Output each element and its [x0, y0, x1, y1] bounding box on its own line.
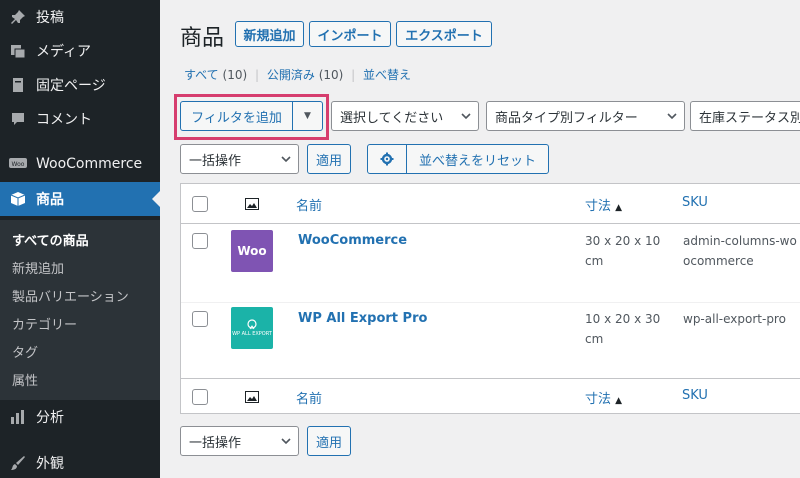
- bulk-action-select[interactable]: 一括操作: [180, 144, 299, 174]
- filter-published-link[interactable]: 公開済み (10): [267, 68, 343, 82]
- paintbrush-icon: [8, 453, 28, 473]
- submenu-tags[interactable]: タグ: [12, 342, 38, 361]
- select-all-checkbox-bottom[interactable]: [192, 389, 208, 405]
- product-type-select[interactable]: 商品タイプ別フィルター: [486, 101, 685, 131]
- menu-comments[interactable]: コメント: [0, 102, 160, 136]
- menu-pages-label: 固定ページ: [36, 78, 106, 94]
- menu-posts[interactable]: 投稿: [0, 0, 160, 34]
- menu-woocommerce-label: WooCommerce: [36, 156, 143, 172]
- submenu-variations[interactable]: 製品バリエーション: [12, 286, 129, 305]
- sort-link[interactable]: 並べ替え: [363, 68, 411, 82]
- menu-posts-label: 投稿: [36, 10, 64, 26]
- product-type-select-value: 商品タイプ別フィルター: [495, 110, 638, 126]
- column-name-header[interactable]: 名前: [296, 195, 322, 214]
- submenu-categories[interactable]: カテゴリー: [12, 314, 77, 333]
- menu-media-label: メディア: [36, 44, 92, 60]
- product-size: 10 x 20 x 30 cm: [585, 312, 661, 346]
- product-thumbnail[interactable]: Woo: [231, 230, 273, 272]
- column-sku-footer[interactable]: SKU: [682, 388, 708, 403]
- products-table: 名前 寸法 ▲ SKU Woo WooCommerce 30 x 20 x 10…: [180, 183, 800, 414]
- chevron-down-icon: [280, 153, 292, 168]
- admin-sidebar: 投稿 メディア 固定ページ コメント Woo WooCommerce 商品 すべ…: [0, 0, 160, 478]
- reset-sort-button[interactable]: 並べ替えをリセット: [407, 145, 548, 173]
- sort-asc-icon: ▲: [615, 396, 623, 406]
- submenu-all-products[interactable]: すべての商品: [12, 230, 89, 249]
- menu-pages[interactable]: 固定ページ: [0, 68, 160, 102]
- menu-analytics[interactable]: 分析: [0, 400, 160, 434]
- column-size-footer[interactable]: 寸法 ▲: [585, 388, 622, 407]
- category-select-value: 選択してください: [340, 110, 444, 126]
- menu-products-label: 商品: [36, 192, 64, 208]
- menu-products[interactable]: 商品: [0, 182, 160, 216]
- stock-status-select-value: 在庫ステータス別: [699, 110, 800, 126]
- bulk-action-select-bottom[interactable]: 一括操作: [180, 426, 299, 456]
- menu-comments-label: コメント: [36, 112, 92, 128]
- media-icon: [8, 41, 28, 61]
- chevron-down-icon: [666, 110, 678, 125]
- menu-woocommerce[interactable]: Woo WooCommerce: [0, 147, 160, 181]
- export-logo-icon: [247, 319, 257, 330]
- row-checkbox[interactable]: [192, 311, 208, 327]
- main-content: 商品 新規追加 インポート エクスポート すべて (10) | 公開済み (10…: [160, 0, 800, 478]
- product-sku: wp-all-export-pro: [683, 312, 786, 326]
- separator: |: [351, 68, 356, 82]
- sort-reset-group: 並べ替えをリセット: [367, 144, 549, 174]
- menu-appearance-label: 外観: [36, 456, 64, 472]
- table-header-row: 名前 寸法 ▲ SKU: [181, 184, 800, 224]
- sort-asc-icon: ▲: [615, 203, 623, 213]
- row-checkbox[interactable]: [192, 233, 208, 249]
- stock-status-select[interactable]: 在庫ステータス別: [690, 101, 800, 131]
- bulk-action-value: 一括操作: [189, 435, 242, 451]
- submenu-add-new[interactable]: 新規追加: [12, 258, 64, 277]
- category-select[interactable]: 選択してください: [331, 101, 479, 131]
- product-size: 30 x 20 x 10 cm: [585, 234, 661, 268]
- column-size-header[interactable]: 寸法 ▲: [585, 195, 622, 214]
- apply-button[interactable]: 適用: [307, 144, 351, 174]
- submenu-attributes[interactable]: 属性: [12, 370, 38, 389]
- table-row: Woo WooCommerce 30 x 20 x 10 cm admin-co…: [181, 224, 800, 302]
- status-filter-links: すべて (10) | 公開済み (10) | 並べ替え: [184, 66, 411, 83]
- bar-chart-icon: [8, 407, 28, 427]
- product-name-link[interactable]: WP All Export Pro: [298, 311, 427, 326]
- column-sku-header[interactable]: SKU: [682, 195, 708, 210]
- comment-icon: [8, 109, 28, 129]
- wpae-logo-text: WP ALL EXPORT: [232, 331, 272, 337]
- filter-all-link[interactable]: すべて (10): [184, 68, 247, 82]
- products-submenu: すべての商品 新規追加 製品バリエーション カテゴリー タグ 属性: [0, 220, 160, 400]
- box-icon: [8, 189, 28, 209]
- woo-logo-text: Woo: [237, 244, 267, 258]
- add-filter-button[interactable]: フィルタを追加: [181, 102, 293, 130]
- page-icon: [8, 75, 28, 95]
- column-name-footer[interactable]: 名前: [296, 388, 322, 407]
- product-sku: admin-columns-woocommerce: [683, 234, 797, 268]
- apply-button-bottom[interactable]: 適用: [307, 426, 351, 456]
- menu-media[interactable]: メディア: [0, 34, 160, 68]
- export-button[interactable]: エクスポート: [396, 21, 492, 47]
- bulk-action-value: 一括操作: [189, 153, 242, 169]
- image-icon: [245, 391, 259, 403]
- chevron-down-icon: [280, 435, 292, 450]
- chevron-down-icon: [460, 110, 472, 125]
- image-icon: [245, 198, 259, 210]
- product-name-link[interactable]: WooCommerce: [298, 233, 407, 248]
- caret-down-icon[interactable]: ▼: [293, 102, 322, 130]
- add-new-button[interactable]: 新規追加: [235, 21, 304, 47]
- svg-text:Woo: Woo: [12, 161, 25, 168]
- add-filter-split-button[interactable]: フィルタを追加 ▼: [180, 101, 323, 131]
- gear-icon[interactable]: [368, 145, 407, 173]
- woocommerce-icon: Woo: [8, 154, 28, 174]
- menu-appearance[interactable]: 外観: [0, 446, 160, 478]
- pin-icon: [8, 7, 28, 27]
- table-row: WP ALL EXPORT WP All Export Pro 10 x 20 …: [181, 302, 800, 378]
- select-all-checkbox[interactable]: [192, 196, 208, 212]
- separator: |: [254, 68, 260, 82]
- table-footer-row: 名前 寸法 ▲ SKU: [181, 378, 800, 414]
- menu-analytics-label: 分析: [36, 410, 64, 426]
- product-thumbnail[interactable]: WP ALL EXPORT: [231, 307, 273, 349]
- import-button[interactable]: インポート: [309, 21, 391, 47]
- page-title: 商品: [180, 26, 225, 51]
